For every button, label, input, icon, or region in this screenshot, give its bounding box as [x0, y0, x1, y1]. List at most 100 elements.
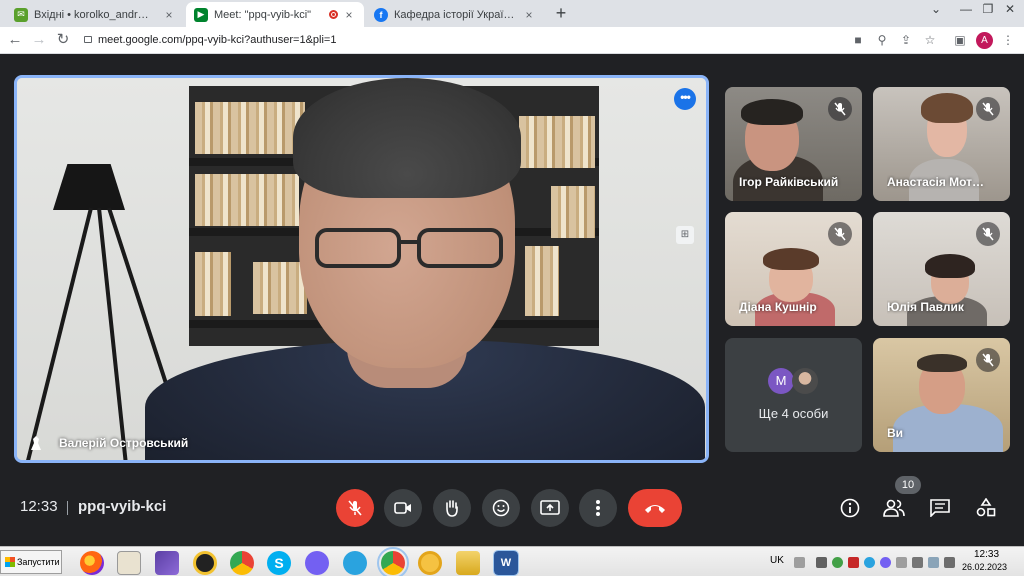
leave-call-button[interactable]: [628, 489, 682, 527]
present-screen-icon: [540, 500, 560, 515]
menu-icon[interactable]: ⋮: [1000, 32, 1016, 48]
participant-tile[interactable]: Анастасія Мот…: [873, 87, 1010, 201]
tray-arrow-icon[interactable]: [794, 557, 805, 568]
present-screen-button[interactable]: [531, 489, 569, 527]
people-icon: [883, 499, 905, 517]
meet-icon: ▶: [194, 7, 208, 22]
tab-facebook[interactable]: f Кафедра історії України і метод ×: [366, 2, 544, 27]
volume-icon[interactable]: [944, 557, 955, 568]
chrome-icon[interactable]: [230, 551, 254, 575]
firefox-icon[interactable]: [80, 551, 104, 575]
media-player-icon[interactable]: [117, 551, 141, 575]
chat-button[interactable]: [926, 494, 954, 522]
skype-icon[interactable]: S: [267, 551, 291, 575]
share-icon[interactable]: ⇪: [898, 32, 914, 48]
people-count-badge: 10: [895, 476, 921, 494]
tray-antivirus-icon[interactable]: [848, 557, 859, 568]
mail-icon: ✉: [14, 7, 28, 22]
close-icon[interactable]: ×: [162, 8, 176, 22]
participant-tile[interactable]: Діана Кушнір: [725, 212, 862, 326]
os-taskbar: Запустити S W UK 12:33 26.02.2023: [0, 546, 1024, 576]
tray-telegram-icon[interactable]: [864, 557, 875, 568]
main-speaker-name: Валерій Островський: [59, 436, 189, 450]
raise-hand-button[interactable]: [433, 489, 471, 527]
separator: [67, 501, 68, 515]
participant-avatar: [792, 368, 818, 394]
tab-search-icon[interactable]: ⌄: [926, 2, 946, 16]
meeting-details-button[interactable]: [836, 494, 864, 522]
tray-device-icon[interactable]: [816, 557, 827, 568]
forward-icon[interactable]: →: [30, 31, 48, 49]
camera-toggle-button[interactable]: [384, 489, 422, 527]
network-icon[interactable]: [928, 557, 939, 568]
close-icon[interactable]: ×: [342, 8, 356, 22]
activities-button[interactable]: [972, 494, 1000, 522]
zoom-icon[interactable]: ⚲: [874, 32, 890, 48]
tile-options-button[interactable]: •••: [674, 88, 696, 110]
tray-flag-icon[interactable]: [896, 557, 907, 568]
reactions-button[interactable]: [482, 489, 520, 527]
telegram-icon[interactable]: [343, 551, 367, 575]
recording-icon: [329, 10, 338, 19]
clock-date[interactable]: 26.02.2023: [962, 562, 1007, 572]
lock-icon: [84, 36, 92, 43]
close-icon[interactable]: ×: [522, 8, 536, 22]
others-count-label: Ще 4 особи: [758, 406, 829, 421]
clock-time[interactable]: 12:33: [974, 549, 999, 560]
chrome-active-icon[interactable]: [377, 547, 409, 576]
participant-tile[interactable]: Ігор Райківський: [725, 87, 862, 201]
windows-logo-icon: [5, 557, 15, 567]
mic-toggle-button[interactable]: [336, 489, 374, 527]
viber-icon[interactable]: [305, 551, 329, 575]
tray-viber-icon[interactable]: [880, 557, 891, 568]
tab-title: Кафедра історії України і метод: [394, 8, 518, 21]
activities-shapes-icon: [976, 498, 996, 517]
more-vertical-icon: [596, 500, 600, 516]
address-bar: ← → ↻ meet.google.com/ppq-vyib-kci?authu…: [0, 27, 1024, 54]
people-button[interactable]: [880, 494, 908, 522]
chrome-canary-icon[interactable]: [418, 551, 442, 575]
more-options-button[interactable]: [579, 489, 617, 527]
hang-up-icon: [645, 505, 665, 513]
tab-title: Вхідні • korolko_andr@ukr.net: [34, 8, 158, 21]
url-field[interactable]: meet.google.com/ppq-vyib-kci?authuser=1&…: [84, 31, 844, 50]
tray-display-icon[interactable]: [912, 557, 923, 568]
start-label: Запустити: [17, 557, 60, 567]
meeting-code: ppq-vyib-kci: [78, 498, 167, 515]
minimize-icon[interactable]: —: [956, 2, 976, 16]
back-icon[interactable]: ←: [6, 31, 24, 49]
window-close-icon[interactable]: ✕: [1000, 2, 1020, 16]
meet-control-bar: 12:33 ppq-vyib-kci 10: [0, 476, 1024, 542]
word-icon[interactable]: W: [493, 550, 519, 576]
file-explorer-icon[interactable]: [456, 551, 480, 575]
emoji-icon: [492, 499, 510, 517]
others-tile[interactable]: M Ще 4 особи: [725, 338, 862, 452]
participant-tile[interactable]: Юлія Павлик: [873, 212, 1010, 326]
side-panel-icon[interactable]: ▣: [952, 32, 968, 48]
main-speaker-tile[interactable]: ••• ⊞ Валерій Островський: [14, 75, 709, 463]
participant-avatar: M: [768, 368, 794, 394]
camera-icon[interactable]: ■: [850, 32, 866, 48]
visual-studio-icon[interactable]: [155, 551, 179, 575]
tab-title: Meet: "ppq-vyib-kci": [214, 8, 312, 21]
reload-icon[interactable]: ↻: [54, 31, 72, 49]
language-indicator[interactable]: UK: [770, 555, 784, 566]
pin-tile-icon[interactable]: ⊞: [676, 226, 694, 244]
tab-mail[interactable]: ✉ Вхідні • korolko_andr@ukr.net ×: [6, 2, 184, 27]
meeting-time: 12:33: [20, 498, 58, 515]
bookmark-star-icon[interactable]: ☆: [922, 32, 938, 48]
video-camera-icon: [394, 502, 411, 514]
muted-mic-icon: [976, 97, 1000, 121]
facebook-icon: f: [374, 7, 388, 22]
person-silhouette-icon: [31, 436, 41, 450]
participant-name: Ігор Райківський: [739, 175, 839, 189]
archicad-icon[interactable]: [193, 551, 217, 575]
tray-check-icon[interactable]: [832, 557, 843, 568]
tab-meet[interactable]: ▶ Meet: "ppq-vyib-kci" ×: [186, 2, 364, 27]
participant-name: Анастасія Мот…: [887, 175, 985, 189]
self-tile[interactable]: Ви: [873, 338, 1010, 452]
start-button[interactable]: Запустити: [0, 550, 62, 574]
restore-icon[interactable]: ❐: [978, 2, 998, 16]
new-tab-button[interactable]: +: [552, 4, 570, 22]
profile-avatar[interactable]: A: [976, 32, 993, 49]
